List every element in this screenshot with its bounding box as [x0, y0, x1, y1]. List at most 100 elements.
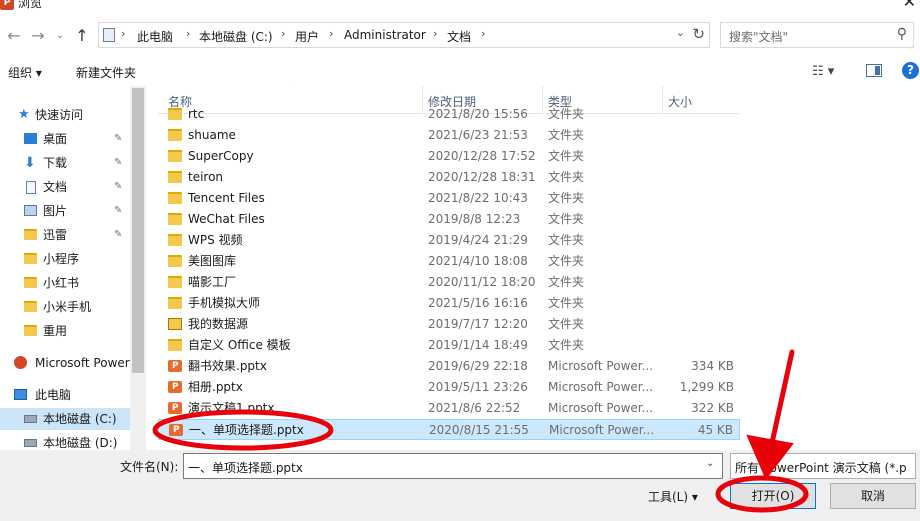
- documents-icon: [26, 181, 36, 194]
- file-name: shuame: [188, 128, 236, 142]
- file-date: 2021/5/16 16:16: [428, 296, 528, 310]
- filename-label: 文件名(N):: [120, 460, 179, 474]
- file-type: Microsoft Power...: [548, 359, 654, 373]
- folder-icon: [24, 229, 37, 240]
- file-type-value: 所有 PowerPoint 演示文稿 (*.p: [735, 461, 907, 475]
- address-bar[interactable]: › 此电脑 › 本地磁盘 (C:) › 用户 › Administrator ›…: [98, 22, 710, 48]
- breadcrumb-separator-icon[interactable]: ›: [329, 27, 333, 40]
- help-icon[interactable]: ?: [902, 62, 919, 79]
- sidebar-scrollbar-thumb[interactable]: [132, 88, 144, 373]
- folder-icon: [24, 301, 37, 312]
- new-folder-button[interactable]: 新建文件夹: [76, 64, 136, 81]
- sidebar-item-downloads[interactable]: ⬇ 下载 ✎: [0, 152, 130, 174]
- powerpoint-icon: [14, 356, 27, 369]
- sidebar-item-documents[interactable]: 文档 ✎: [0, 176, 130, 198]
- filename-history-chevron-icon[interactable]: ⌄: [706, 458, 714, 469]
- file-name: 手机模拟大师: [188, 296, 261, 310]
- sidebar-item-label: 文档: [43, 180, 68, 194]
- sidebar-item-label: 小程序: [43, 252, 80, 266]
- up-arrow-icon[interactable]: ↑: [72, 24, 92, 48]
- breadcrumb-separator-icon[interactable]: ›: [481, 27, 485, 40]
- refresh-icon[interactable]: ↻: [692, 25, 705, 43]
- folder-icon: [24, 253, 37, 264]
- file-size: 45 KB: [697, 423, 733, 437]
- file-list: ⌃ 名称 修改日期 类型 大小 rtc 2021/8/20 15:56 文件夹 shu…: [158, 86, 740, 448]
- file-type-select[interactable]: 所有 PowerPoint 演示文稿 (*.p: [730, 453, 916, 479]
- file-row[interactable]: 一、单项选择题.pptx 2020/8/15 21:55 Microsoft Pow…: [158, 419, 740, 441]
- breadcrumb-separator-icon[interactable]: ›: [121, 27, 125, 40]
- folder-icon: [168, 213, 182, 225]
- sidebar-item-label: 小红书: [43, 276, 80, 290]
- address-dropdown-icon[interactable]: ⌄: [676, 26, 685, 39]
- filename-input[interactable]: 一、单项选择题.pptx: [183, 453, 723, 479]
- file-row[interactable]: WeChat Files 2019/8/8 12:23 文件夹: [158, 209, 740, 230]
- navigation-pane: ★ 快速访问 桌面 ✎ ⬇ 下载 ✎ 文档 ✎ 图片 ✎ 迅雷 ✎ 小程序 小红…: [0, 100, 130, 450]
- sidebar-item-mini-program[interactable]: 小程序: [0, 248, 130, 270]
- breadcrumb-separator-icon[interactable]: ›: [186, 27, 190, 40]
- file-row[interactable]: WPS 视频 2019/4/24 21:29 文件夹: [158, 230, 740, 251]
- file-row[interactable]: 手机模拟大师 2021/5/16 16:16 文件夹: [158, 293, 740, 314]
- cancel-button[interactable]: 取消: [830, 483, 916, 509]
- file-date: 2019/4/24 21:29: [428, 233, 528, 247]
- back-arrow-icon[interactable]: ←: [4, 24, 24, 48]
- file-row[interactable]: SuperCopy 2020/12/28 17:52 文件夹: [158, 146, 740, 167]
- folder-icon: [168, 192, 182, 204]
- recent-locations-chevron-icon[interactable]: ⌄: [50, 24, 70, 48]
- organize-menu[interactable]: 组织 ▾: [8, 64, 42, 81]
- file-row[interactable]: 相册.pptx 2019/5/11 23:26 Microsoft Power...…: [158, 377, 740, 398]
- breadcrumb-separator-icon[interactable]: ›: [433, 27, 437, 40]
- file-row[interactable]: rtc 2021/8/20 15:56 文件夹: [158, 104, 740, 125]
- file-row[interactable]: 演示文稿1.pptx 2021/8/6 22:52 Microsoft Power.…: [158, 398, 740, 419]
- search-icon[interactable]: ⚲: [897, 26, 907, 42]
- sidebar-item-this-pc[interactable]: 此电脑: [0, 384, 130, 406]
- sidebar-item-local-disk-c[interactable]: 本地磁盘 (C:): [0, 408, 130, 430]
- sidebar-item-local-disk-d[interactable]: 本地磁盘 (D:): [0, 432, 130, 450]
- file-size: 334 KB: [691, 359, 734, 373]
- tools-label: 工具(L): [648, 490, 689, 504]
- file-list-scrollbar[interactable]: [900, 86, 917, 450]
- open-button[interactable]: 打开(O): [730, 483, 816, 509]
- powerpoint-file-icon: [168, 356, 182, 377]
- annotation-arrow-shaft: [767, 349, 795, 455]
- breadcrumb-users[interactable]: 用户: [295, 28, 319, 45]
- folder-icon: [168, 339, 182, 351]
- folder-icon: [168, 171, 182, 183]
- breadcrumb-this-pc[interactable]: 此电脑: [137, 28, 173, 45]
- file-name: 翻书效果.pptx: [188, 359, 267, 373]
- file-row[interactable]: 喵影工厂 2020/11/12 18:20 文件夹: [158, 272, 740, 293]
- file-row[interactable]: shuame 2021/6/23 21:53 文件夹: [158, 125, 740, 146]
- file-row[interactable]: 自定义 Office 模板 2019/1/14 18:49 文件夹: [158, 335, 740, 356]
- sidebar-item-xiaomi-phone[interactable]: 小米手机: [0, 296, 130, 318]
- file-row[interactable]: teiron 2020/12/28 18:31 文件夹: [158, 167, 740, 188]
- file-row[interactable]: 我的数据源 2019/7/17 12:20 文件夹: [158, 314, 740, 335]
- sidebar-item-label: 下载: [43, 156, 68, 170]
- file-row[interactable]: Tencent Files 2021/8/22 10:43 文件夹: [158, 188, 740, 209]
- close-icon[interactable]: ✕: [903, 0, 916, 10]
- breadcrumb-local-disk[interactable]: 本地磁盘 (C:): [199, 28, 273, 45]
- sidebar-item-desktop[interactable]: 桌面 ✎: [0, 128, 130, 150]
- sidebar-scrollbar[interactable]: [130, 86, 146, 450]
- forward-arrow-icon[interactable]: →: [28, 24, 48, 48]
- window-title: 浏览: [18, 0, 43, 10]
- folder-icon: [168, 276, 182, 288]
- breadcrumb-administrator[interactable]: Administrator: [344, 28, 426, 42]
- breadcrumb-documents[interactable]: 文档: [447, 28, 471, 45]
- tools-menu[interactable]: 工具(L) ▾: [648, 488, 698, 505]
- dialog-footer: 文件名(N): 一、单项选择题.pptx ⌄ 所有 PowerPoint 演示文…: [0, 450, 920, 521]
- breadcrumb-separator-icon[interactable]: ›: [281, 27, 285, 40]
- sidebar-item-pictures[interactable]: 图片 ✎: [0, 200, 130, 222]
- search-box[interactable]: 搜索"文档" ⚲: [720, 22, 914, 48]
- change-view-icon[interactable]: ☷ ▾: [812, 64, 834, 79]
- file-row[interactable]: 翻书效果.pptx 2019/6/29 22:18 Microsoft Power.…: [158, 356, 740, 377]
- sidebar-item-xunlei[interactable]: 迅雷 ✎: [0, 224, 130, 246]
- sidebar-item-quick-access[interactable]: ★ 快速访问: [0, 104, 130, 126]
- pin-icon: ✎: [114, 133, 123, 144]
- sidebar-item-reuse[interactable]: 重用: [0, 320, 130, 342]
- sidebar-item-xiaohongshu[interactable]: 小红书: [0, 272, 130, 294]
- file-row[interactable]: 美图图库 2021/4/10 18:08 文件夹: [158, 251, 740, 272]
- sidebar-item-microsoft-powerpoint[interactable]: Microsoft Power: [0, 352, 130, 374]
- file-type: 文件夹: [548, 338, 585, 352]
- file-type: 文件夹: [548, 317, 585, 331]
- folder-icon: [168, 108, 182, 120]
- preview-pane-icon[interactable]: [866, 64, 882, 77]
